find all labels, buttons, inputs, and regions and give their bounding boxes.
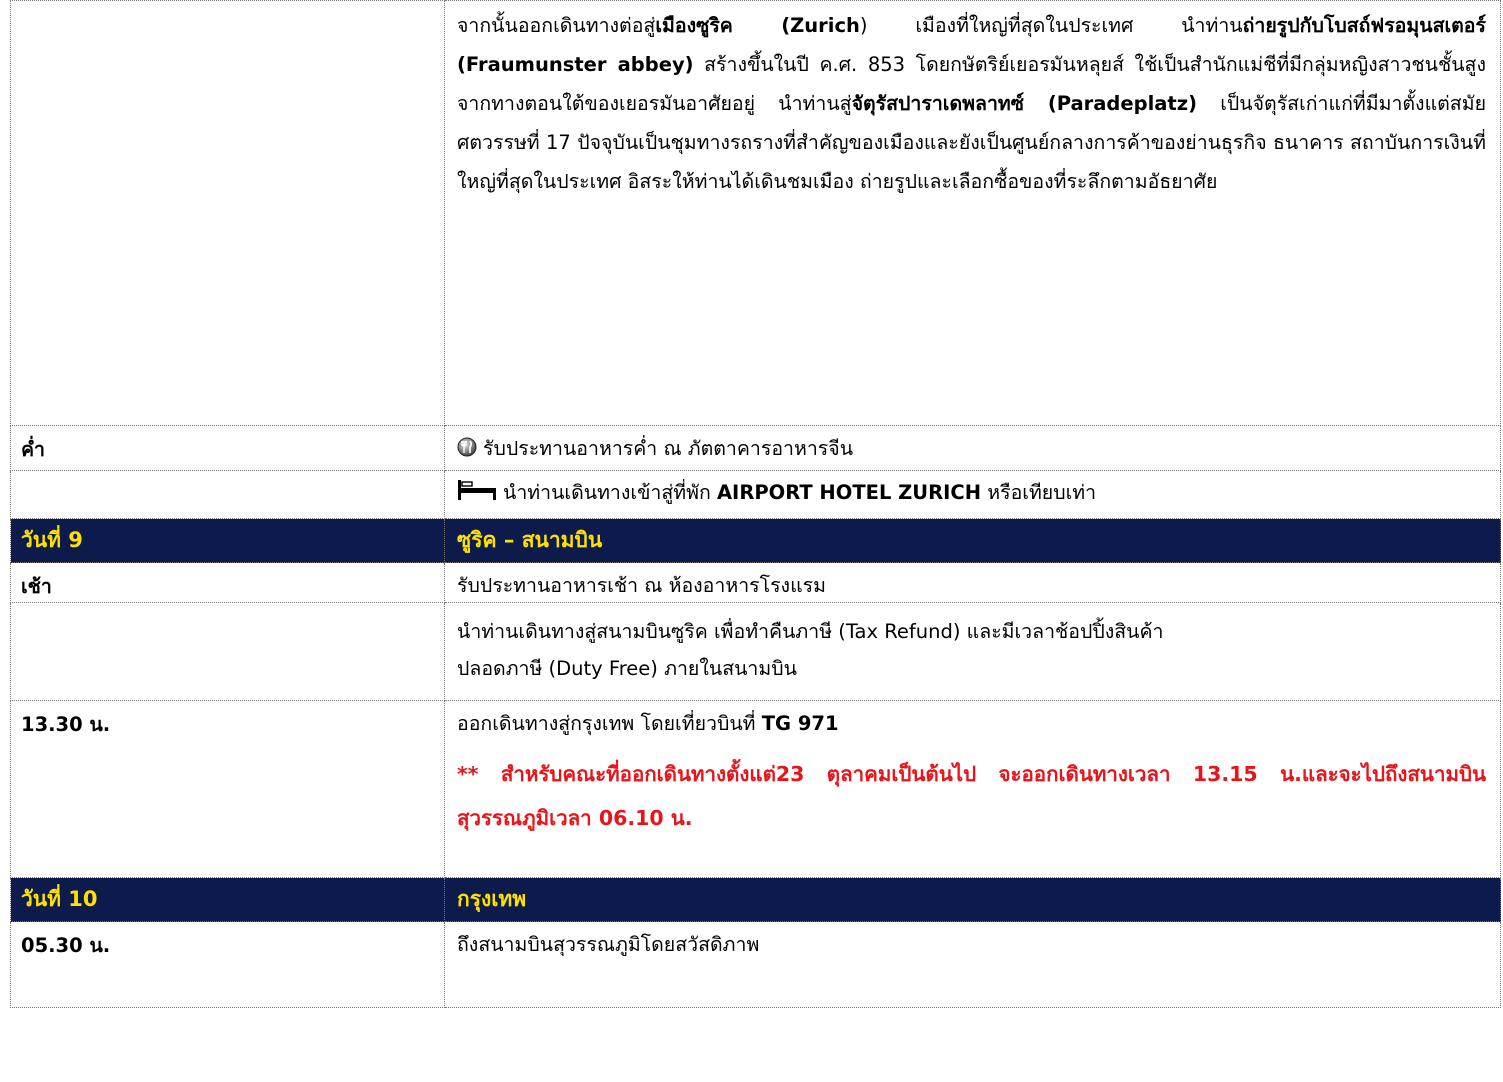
time-label: 05.30 น. — [10, 921, 445, 1008]
day-title: ซูริค – สนามบิน — [444, 518, 1501, 563]
day-9-header: วันที่ 9 ซูริค – สนามบิน — [10, 518, 1501, 563]
time-label: 13.30 น. — [10, 700, 445, 878]
description-cell: รับประทานอาหารค่ำ ณ ภัตตาคารอาหารจีน — [444, 425, 1501, 471]
itinerary-row-zurich: จากนั้นออกเดินทางต่อสู่เมืองซูริค (Zuric… — [10, 0, 1501, 426]
zurich-city-name: เมืองซูริค (Zurich — [655, 14, 860, 37]
description-cell: ถึงสนามบินสุวรรณภูมิโดยสวัสดิภาพ — [444, 921, 1501, 1008]
time-label: ค่ำ — [10, 425, 445, 471]
day-label: วันที่ 10 — [10, 877, 445, 922]
itinerary-row-arrival: 05.30 น. ถึงสนามบินสุวรรณภูมิโดยสวัสดิภา… — [10, 921, 1501, 1008]
day-10-header: วันที่ 10 กรุงเทพ — [10, 877, 1501, 922]
airport-line-1: นำท่านเดินทางสู่สนามบินซูริค เพื่อทำคืนภ… — [457, 620, 1164, 643]
paradeplatz-name: จัตุรัสปาราเดพลาทซ์ (Paradeplatz) — [851, 92, 1197, 115]
zurich-paragraph: จากนั้นออกเดินทางต่อสู่เมืองซูริค (Zuric… — [457, 6, 1486, 201]
time-cell-empty — [10, 602, 445, 701]
departure-text: ออกเดินทางสู่กรุงเทพ โดยเที่ยวบินที่ — [457, 712, 762, 735]
time-cell-empty — [10, 470, 445, 519]
itinerary-row-dinner: ค่ำ รับประทานอาหารค่ำ ณ ภัตตาคารอาหารจีน — [10, 425, 1501, 471]
itinerary-row-hotel: นำท่านเดินทางเข้าสู่ที่พัก AIRPORT HOTEL… — [10, 470, 1501, 519]
airport-line-2: ปลอดภาษี (Duty Free) ภายในสนามบิน — [457, 657, 797, 680]
flight-number: TG 971 — [761, 712, 839, 735]
bed-icon — [457, 479, 497, 511]
time-cell-empty — [10, 0, 445, 426]
itinerary-row-departure: 13.30 น. ออกเดินทางสู่กรุงเทพ โดยเที่ยวบ… — [10, 700, 1501, 878]
dining-icon — [457, 436, 477, 465]
description-cell: จากนั้นออกเดินทางต่อสู่เมืองซูริค (Zuric… — [444, 0, 1501, 426]
hotel-text: หรือเทียบเท่า — [981, 481, 1097, 504]
dinner-line: รับประทานอาหารค่ำ ณ ภัตตาคารอาหารจีน — [457, 434, 1486, 465]
dinner-text: รับประทานอาหารค่ำ ณ ภัตตาคารอาหารจีน — [483, 437, 854, 460]
paragraph-text: ) เมืองที่ใหญ่ที่สุดในประเทศ นำท่าน — [859, 14, 1243, 37]
description-cell: ออกเดินทางสู่กรุงเทพ โดยเที่ยวบินที่ TG … — [444, 700, 1501, 878]
paragraph-text: จากนั้นออกเดินทางต่อสู่ — [457, 14, 656, 37]
time-label: เช้า — [10, 562, 445, 603]
hotel-text: นำท่านเดินทางเข้าสู่ที่พัก — [503, 481, 717, 504]
hotel-name: AIRPORT HOTEL ZURICH — [716, 481, 982, 504]
itinerary-table: จากนั้นออกเดินทางต่อสู่เมืองซูริค (Zuric… — [10, 0, 1501, 1008]
description-cell: นำท่านเดินทางสู่สนามบินซูริค เพื่อทำคืนภ… — [444, 602, 1501, 701]
departure-line: ออกเดินทางสู่กรุงเทพ โดยเที่ยวบินที่ TG … — [457, 709, 1486, 738]
description-cell: นำท่านเดินทางเข้าสู่ที่พัก AIRPORT HOTEL… — [444, 470, 1501, 519]
day-label: วันที่ 9 — [10, 518, 445, 563]
itinerary-row-airport: นำท่านเดินทางสู่สนามบินซูริค เพื่อทำคืนภ… — [10, 602, 1501, 701]
breakfast-text: รับประทานอาหารเช้า ณ ห้องอาหารโรงแรม — [457, 574, 826, 597]
schedule-change-note: ** สำหรับคณะที่ออกเดินทางตั้งแต่23 ตุลาค… — [457, 762, 1486, 830]
itinerary-row-breakfast: เช้า รับประทานอาหารเช้า ณ ห้องอาหารโรงแร… — [10, 562, 1501, 603]
day-title: กรุงเทพ — [444, 877, 1501, 922]
hotel-line: นำท่านเดินทางเข้าสู่ที่พัก AIRPORT HOTEL… — [457, 477, 1486, 511]
arrival-text: ถึงสนามบินสุวรรณภูมิโดยสวัสดิภาพ — [457, 933, 760, 956]
description-cell: รับประทานอาหารเช้า ณ ห้องอาหารโรงแรม — [444, 562, 1501, 603]
